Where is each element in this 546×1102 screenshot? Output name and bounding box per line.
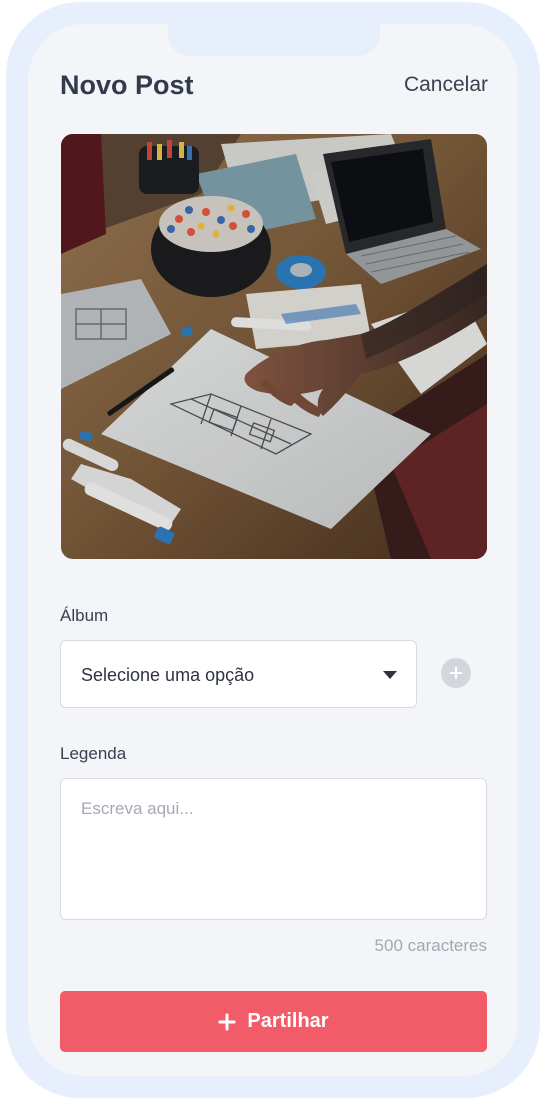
cancel-button[interactable]: Cancelar (404, 70, 488, 100)
caption-char-count: 500 caracteres (374, 936, 487, 955)
album-select-value: Selecione uma opção (81, 665, 255, 685)
plus-icon (218, 1013, 235, 1030)
caret-down-icon (383, 671, 397, 679)
page-title: Novo Post (60, 70, 194, 100)
post-image-illustration (61, 134, 487, 559)
caption-input[interactable] (60, 778, 487, 920)
caption-label: Legenda (60, 744, 127, 763)
phone-notch (168, 24, 380, 56)
album-label: Álbum (60, 606, 109, 625)
album-select[interactable]: Selecione uma opção (60, 640, 417, 708)
post-image[interactable] (61, 134, 487, 559)
add-album-button[interactable] (441, 658, 471, 688)
share-button[interactable]: Partilhar (60, 991, 487, 1052)
share-button-label: Partilhar (247, 1010, 329, 1032)
